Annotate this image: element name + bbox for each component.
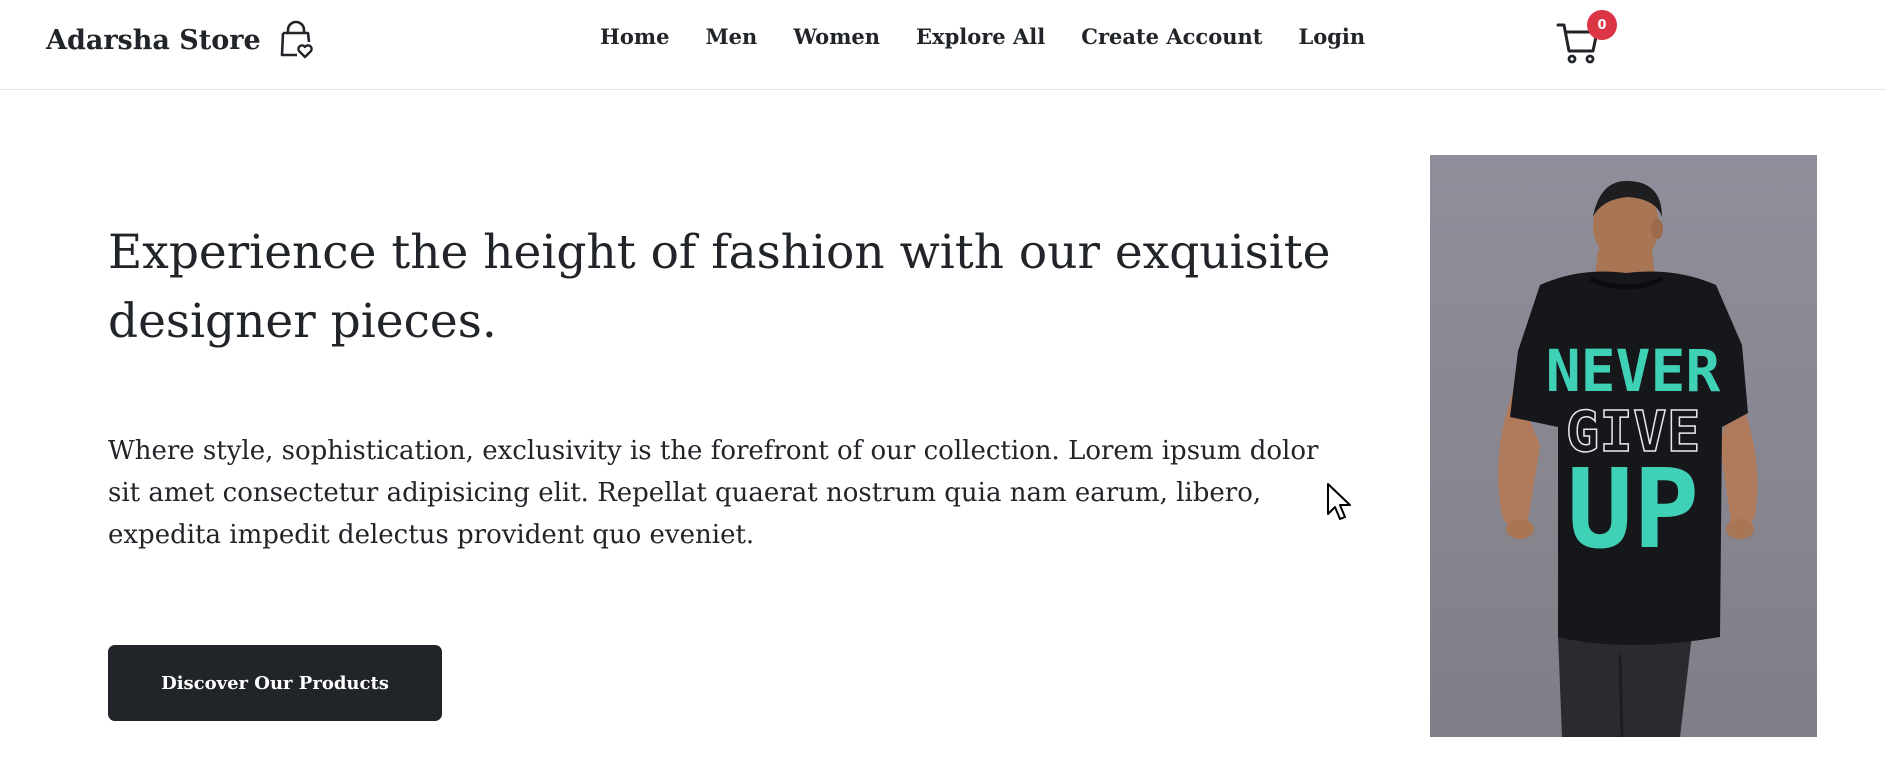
brand-link[interactable]: Adarsha Store — [46, 20, 315, 60]
nav-link-login[interactable]: Login — [1298, 24, 1365, 49]
nav-link-men[interactable]: Men — [705, 24, 757, 49]
shopping-bag-heart-icon — [279, 20, 315, 60]
nav-link-create-account[interactable]: Create Account — [1081, 24, 1262, 49]
brand-name: Adarsha Store — [46, 24, 261, 56]
main-nav: Home Men Women Explore All Create Accoun… — [600, 24, 1365, 49]
nav-item-login: Login — [1298, 24, 1365, 49]
nav-link-explore-all[interactable]: Explore All — [916, 24, 1045, 49]
cart-button[interactable]: 0 — [1556, 10, 1617, 66]
nav-item-home: Home — [600, 24, 669, 49]
nav-item-men: Men — [705, 24, 757, 49]
nav-item-create-account: Create Account — [1081, 24, 1262, 49]
cart-count-badge: 0 — [1587, 10, 1617, 40]
mouse-cursor-icon — [1326, 482, 1354, 526]
shirt-print-line1: NEVER — [1546, 337, 1721, 405]
shirt-print-line3: UP — [1567, 445, 1699, 573]
nav-item-women: Women — [793, 24, 880, 49]
hero-heading: Experience the height of fashion with ou… — [108, 225, 1331, 349]
navbar: Adarsha Store Home Men Women Explore All… — [0, 0, 1886, 90]
nav-link-women[interactable]: Women — [793, 24, 880, 49]
hero-product-image: NEVER GIVE UP — [1430, 155, 1817, 737]
nav-item-explore-all: Explore All — [916, 24, 1045, 49]
nav-link-home[interactable]: Home — [600, 24, 669, 49]
discover-products-button[interactable]: Discover Our Products — [108, 645, 442, 721]
hero-description: Where style, sophistication, exclusivity… — [108, 436, 1319, 550]
